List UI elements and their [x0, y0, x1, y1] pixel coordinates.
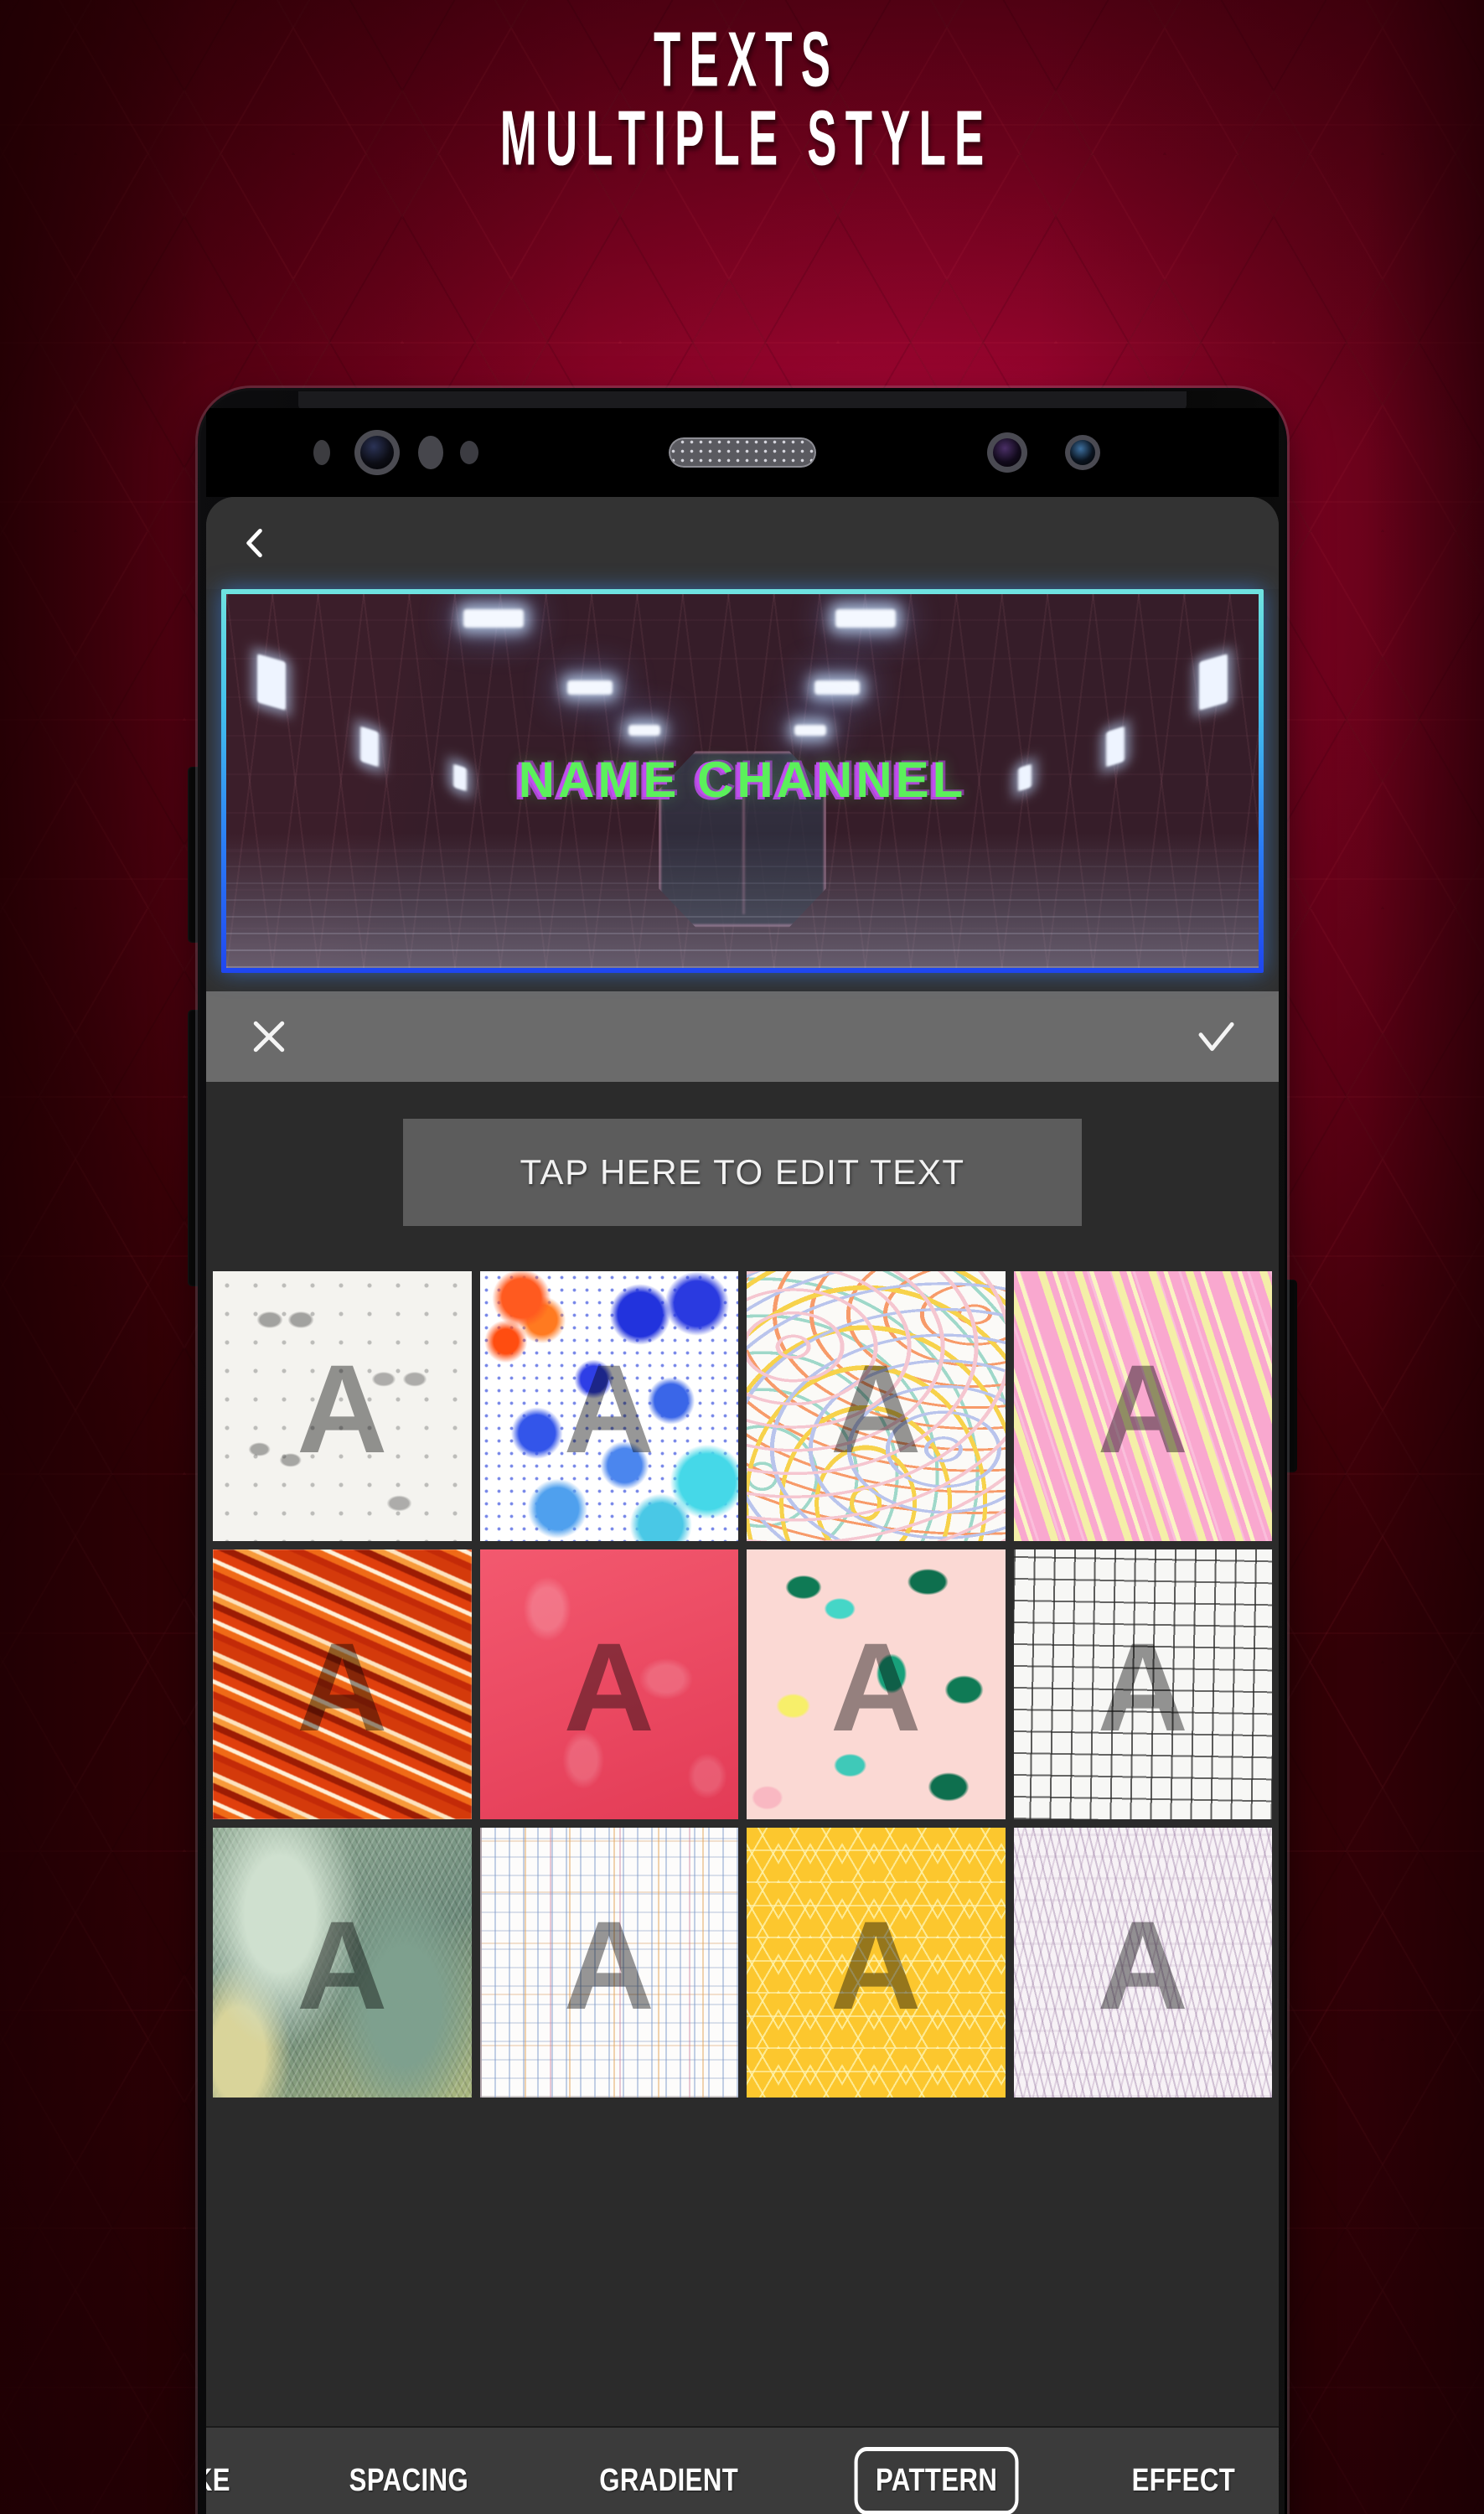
pattern-thumbnail [213, 1271, 472, 1541]
preview-corridor-floor-lines [226, 833, 1259, 968]
secondary-camera-icon [1065, 435, 1100, 470]
preview-light-5 [628, 725, 661, 737]
phone-mockup: NAME CHANNEL TAP HERE TO EDIT TEXT A A A… [188, 388, 1297, 2514]
pattern-thumbnail [479, 1828, 738, 2098]
pattern-thumbnail [747, 1828, 1006, 2098]
pattern-swatch-butterflies-sketch[interactable]: A [213, 1271, 472, 1541]
front-camera-icon [354, 430, 400, 475]
pattern-swatch-tropical-green-butterflies[interactable]: A [747, 1549, 1006, 1819]
pattern-swatch-white-grid-paper[interactable]: A [1013, 1549, 1272, 1819]
tab-pattern[interactable]: PATTERN [854, 2446, 1020, 2514]
preview-frame: NAME CHANNEL [221, 589, 1264, 973]
preview-light-4 [814, 680, 861, 695]
pattern-thumbnail [1013, 1549, 1272, 1819]
pattern-swatch-pink-cream-stripes[interactable]: A [1013, 1271, 1272, 1541]
preview-wall-light-right-1 [1199, 653, 1228, 711]
pattern-thumbnail [213, 1828, 472, 2098]
pattern-swatch-grid: A A A A A A A A A A A A [206, 1265, 1279, 2426]
preview-light-1 [463, 608, 525, 628]
iris-scanner-icon [987, 432, 1027, 473]
preview-light-6 [794, 725, 826, 737]
preview-canvas[interactable]: NAME CHANNEL [226, 594, 1259, 968]
tap-here-to-edit-text-button[interactable]: TAP HERE TO EDIT TEXT [403, 1119, 1082, 1226]
tab-gradient[interactable]: GRADIENT [584, 2449, 753, 2512]
pattern-swatch-orange-red-marble[interactable]: A [213, 1549, 472, 1819]
check-icon[interactable] [1193, 1014, 1238, 1059]
pattern-thumbnail [479, 1549, 738, 1819]
close-icon[interactable] [246, 1014, 292, 1059]
tab-effect[interactable]: EFFECT [1117, 2449, 1251, 2512]
pattern-thumbnail [747, 1549, 1006, 1819]
light-sensor-icon [418, 436, 443, 469]
preview-wall-light-left-1 [256, 653, 286, 711]
pattern-swatch-pastel-plaid-grid[interactable]: A [479, 1828, 738, 2098]
phone-top-strip [298, 391, 1187, 410]
preview-light-2 [835, 608, 896, 628]
sensor-dot-icon [460, 441, 478, 464]
confirm-bar [206, 991, 1279, 1082]
phone-body: NAME CHANNEL TAP HERE TO EDIT TEXT A A A… [198, 388, 1287, 2514]
preview-channel-text[interactable]: NAME CHANNEL [226, 751, 1259, 809]
tab-stroke[interactable]: KE [206, 2449, 246, 2512]
promo-screenshot-root: TEXTS MULTIPLE STYLE NAME CHANNEL TAP HE… [0, 0, 1484, 2514]
edit-text-area: TAP HERE TO EDIT TEXT [206, 1082, 1279, 1265]
tab-spacing[interactable]: SPACING [334, 2449, 484, 2512]
chevron-left-icon[interactable] [236, 525, 273, 561]
app-bar [206, 497, 1279, 589]
pattern-thumbnail [1013, 1271, 1272, 1541]
pattern-swatch-green-frosted-glass[interactable]: A [213, 1828, 472, 2098]
pattern-swatch-yellow-honeycomb[interactable]: A [747, 1828, 1006, 2098]
pattern-swatch-red-damask[interactable]: A [479, 1549, 738, 1819]
pattern-swatch-blue-orange-splatter[interactable]: A [479, 1271, 738, 1541]
pattern-thumbnail [747, 1271, 1006, 1541]
earpiece-speaker-icon [669, 437, 816, 468]
style-tab-bar: KE SPACING GRADIENT PATTERN EFFECT [206, 2426, 1279, 2514]
app-screen: NAME CHANNEL TAP HERE TO EDIT TEXT A A A… [206, 497, 1279, 2514]
phone-top-bezel [206, 408, 1279, 497]
preview-light-3 [566, 680, 613, 695]
pattern-swatch-lavender-botanical[interactable]: A [1013, 1828, 1272, 2098]
proximity-sensor-icon [313, 440, 330, 465]
pattern-swatch-pastel-swirl-lines[interactable]: A [747, 1271, 1006, 1541]
pattern-thumbnail [479, 1271, 738, 1541]
pattern-thumbnail [1013, 1828, 1272, 2098]
pattern-thumbnail [213, 1549, 472, 1819]
